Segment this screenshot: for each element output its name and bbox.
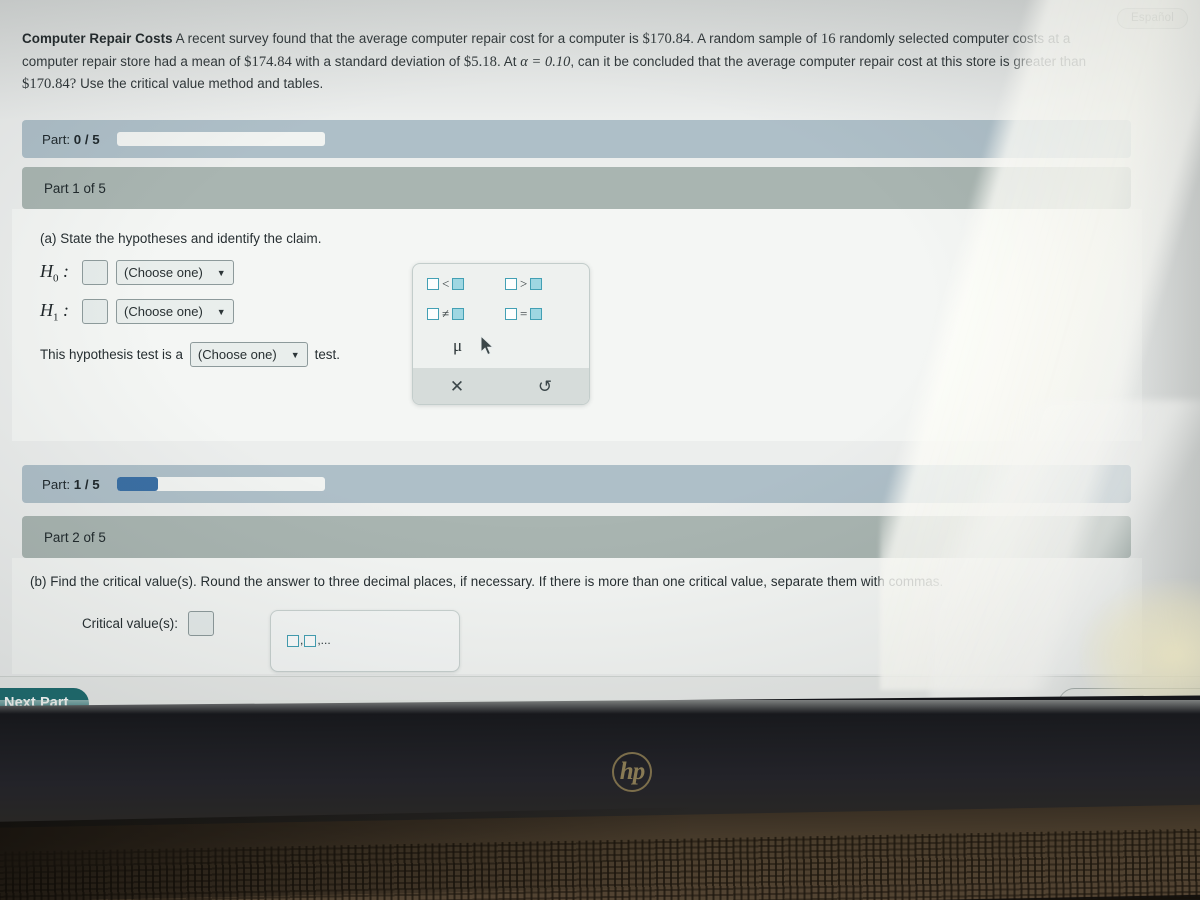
part-2-header: Part 2 of 5	[22, 516, 1131, 558]
critical-value-label: Critical value(s):	[82, 616, 178, 631]
h0-select-value: (Choose one)	[124, 265, 203, 280]
part-2-question: (b) Find the critical value(s). Round th…	[30, 574, 944, 589]
palette-footer: ✕ ↺	[413, 368, 589, 404]
chevron-down-icon: ▼	[290, 349, 300, 360]
critical-value-row: Critical value(s):	[82, 611, 1142, 636]
h0-colon: :	[63, 260, 69, 281]
problem-title: Computer Repair Costs	[22, 30, 173, 46]
score-value-0: 0 / 5	[73, 131, 100, 147]
placeholder-box-icon	[505, 308, 517, 320]
h0-letter: H	[40, 260, 53, 281]
problem-statement: Computer Repair Costs A recent survey fo…	[22, 28, 1107, 96]
part-1-header-label: Part 1 of 5	[44, 180, 106, 196]
mu-symbol-icon: μ	[453, 336, 463, 355]
operator-less-than: <	[442, 276, 450, 291]
problem-text-6: , can it be concluded that the average c…	[570, 53, 1087, 69]
test-type-suffix: test.	[314, 347, 340, 362]
h1-colon: :	[62, 299, 69, 320]
active-box-icon	[530, 278, 543, 290]
operator-not-equal: ≠	[442, 306, 450, 321]
problem-text-5: . At	[496, 53, 521, 69]
palette-grid: < > ≠ = μ	[413, 264, 589, 362]
h1-row: H1 : (Choose one) ▼	[40, 299, 1142, 324]
palette-item-mu[interactable]: μ	[453, 336, 462, 356]
hp-logo: hp	[612, 752, 652, 792]
active-box-icon	[452, 278, 465, 290]
h1-claim-select[interactable]: (Choose one) ▼	[116, 299, 234, 324]
list-ellipsis: ,...	[317, 633, 331, 647]
sample-mean-value: $174.84	[244, 53, 292, 70]
placeholder-box-icon	[304, 635, 317, 647]
palette-item-greater-than[interactable]: >	[505, 276, 557, 292]
operator-greater-than: >	[520, 276, 528, 291]
screen-bottom-edge-highlight	[0, 700, 1200, 714]
palette-item-not-equal[interactable]: ≠	[427, 306, 479, 322]
test-type-prefix: This hypothesis test is a	[40, 347, 183, 362]
alpha-expression: α = 0.10	[520, 53, 571, 70]
palette-close-button[interactable]: ✕	[413, 377, 501, 396]
placeholder-box-icon	[427, 308, 439, 320]
active-box-icon	[452, 308, 465, 320]
problem-text-1: A recent survey found that the average c…	[172, 30, 643, 46]
score-value-1: 1 / 5	[73, 476, 100, 492]
math-symbol-palette[interactable]: < > ≠ = μ ✕ ↺	[412, 263, 590, 405]
chevron-down-icon: ▼	[216, 306, 226, 317]
score-label-1: Part: 1 / 5	[42, 477, 100, 492]
h1-symbol: H1 :	[40, 300, 74, 324]
palette-item-equal[interactable]: =	[505, 306, 557, 322]
placeholder-box-icon	[427, 278, 439, 290]
h1-answer-input[interactable]	[82, 299, 108, 324]
part-2-header-label: Part 2 of 5	[44, 529, 106, 545]
laptop-screen: Español Computer Repair Costs A recent s…	[0, 0, 1200, 718]
palette-item-comma-list[interactable]: ,,...	[287, 633, 443, 647]
placeholder-box-icon	[505, 278, 517, 290]
progress-bar-0	[116, 132, 325, 146]
claim-value: $170.84?	[22, 76, 77, 92]
problem-text-7: Use the critical value method and tables…	[76, 76, 324, 91]
progress-fill-1	[116, 477, 159, 491]
list-palette-inner: ,,...	[271, 611, 459, 663]
espanol-button[interactable]: Español	[1117, 7, 1188, 30]
h1-select-value: (Choose one)	[124, 304, 203, 319]
test-type-select[interactable]: (Choose one) ▼	[189, 342, 308, 367]
h0-symbol: H0 :	[40, 261, 74, 285]
part-1-header: Part 1 of 5	[22, 167, 1131, 209]
h0-subscript: 0	[53, 272, 59, 285]
score-prefix-0: Part:	[42, 131, 71, 147]
espanol-label: Español	[1131, 12, 1174, 24]
comma-1: ,	[300, 633, 304, 647]
active-box-icon	[530, 308, 543, 320]
test-type-row: This hypothesis test is a (Choose one) ▼…	[40, 342, 1142, 367]
score-prefix-1: Part:	[42, 476, 71, 492]
progress-bar-1	[116, 477, 325, 491]
placeholder-box-icon	[287, 635, 299, 647]
operator-equal: =	[520, 306, 528, 321]
h0-claim-select[interactable]: (Choose one) ▼	[116, 260, 234, 285]
palette-undo-button[interactable]: ↺	[501, 377, 589, 396]
part-1-question: (a) State the hypotheses and identify th…	[40, 231, 322, 246]
critical-value-input[interactable]	[187, 611, 214, 636]
sample-size-value: 16	[820, 30, 836, 47]
part-1-body: (a) State the hypotheses and identify th…	[12, 209, 1143, 441]
h0-row: H0 : (Choose one) ▼	[40, 260, 1142, 285]
test-type-value: (Choose one)	[197, 347, 277, 362]
laptop-photo: Español Computer Repair Costs A recent s…	[0, 0, 1200, 900]
population-mean-value: $170.84	[642, 31, 691, 47]
h1-letter: H	[40, 299, 53, 320]
h1-subscript: 1	[53, 311, 59, 324]
problem-text-4: with a standard deviation of	[291, 53, 464, 69]
palette-item-less-than[interactable]: <	[427, 276, 479, 292]
problem-text-2: . A random sample of	[690, 31, 821, 46]
part-2-body: (b) Find the critical value(s). Round th…	[12, 558, 1142, 674]
score-label-0: Part: 0 / 5	[42, 132, 100, 147]
score-bar-part-0: Part: 0 / 5	[22, 119, 1131, 158]
h0-answer-input[interactable]	[82, 260, 108, 285]
list-entry-palette[interactable]: ,,...	[270, 610, 460, 672]
chevron-down-icon: ▼	[216, 267, 226, 278]
sample-sd-value: $5.18	[463, 53, 497, 70]
deck-shadow	[0, 807, 692, 900]
score-bar-part-1: Part: 1 / 5	[22, 464, 1131, 503]
webpage-canvas: Español Computer Repair Costs A recent s…	[0, 0, 1200, 718]
